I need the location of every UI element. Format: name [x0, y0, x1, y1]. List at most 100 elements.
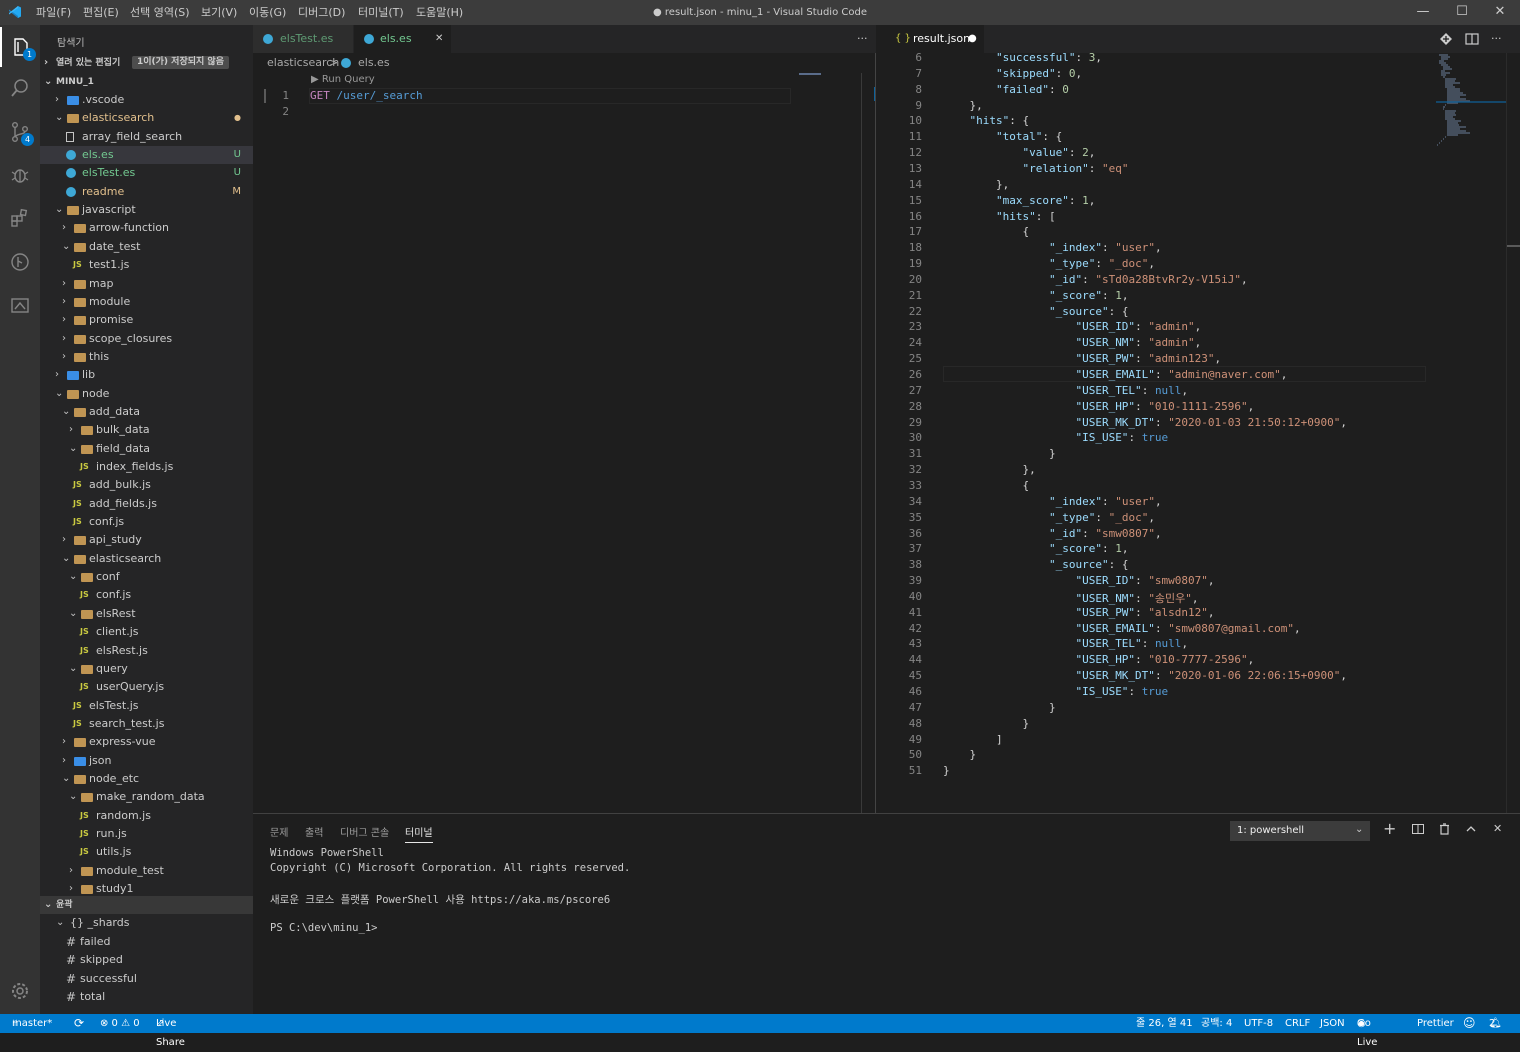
tree-item[interactable]: ⌄ make_random_data — [40, 788, 253, 806]
indentation[interactable]: 공백: 4 — [1201, 1014, 1232, 1033]
outline-item[interactable]: # successful — [40, 970, 253, 988]
menu-terminal[interactable]: 터미널(T) — [358, 0, 404, 25]
more-actions-icon[interactable]: ··· — [857, 25, 868, 53]
tree-item[interactable]: › express-vue — [40, 733, 253, 751]
tree-item[interactable]: › promise — [40, 311, 253, 329]
tree-item[interactable]: › module — [40, 293, 253, 311]
tree-item[interactable]: ⌄ date_test — [40, 238, 253, 256]
run-query-codelens[interactable]: ▶ Run Query — [311, 74, 375, 85]
tree-item[interactable]: JS add_bulk.js — [40, 476, 253, 494]
tree-item[interactable]: › map — [40, 275, 253, 293]
tree-item[interactable]: ⌄ javascript — [40, 201, 253, 219]
menu-selection[interactable]: 선택 영역(S) — [130, 0, 190, 25]
debug-icon[interactable] — [0, 155, 40, 195]
tree-item[interactable]: › json — [40, 752, 253, 770]
menu-help[interactable]: 도움말(H) — [416, 0, 463, 25]
maximize-panel-icon[interactable] — [1465, 823, 1477, 835]
tab-terminal[interactable]: 터미널 — [405, 824, 433, 843]
tree-item[interactable]: JS conf.js — [40, 513, 253, 531]
menu-debug[interactable]: 디버그(D) — [298, 0, 345, 25]
git-graph-icon[interactable] — [0, 242, 40, 282]
tree-item[interactable]: › module_test — [40, 862, 253, 880]
line-ending[interactable]: CRLF — [1285, 1014, 1310, 1033]
vertical-scrollbar[interactable] — [1506, 53, 1520, 813]
terminal-select[interactable]: 1: powershell ⌄ — [1230, 821, 1370, 841]
feedback-icon[interactable]: ☺ — [1463, 1014, 1476, 1033]
source-control-icon[interactable]: 4 — [0, 112, 40, 152]
close-panel-icon[interactable]: ✕ — [1493, 822, 1502, 835]
more-actions-icon[interactable]: ··· — [1491, 25, 1502, 53]
tab-els-es[interactable]: els.es ✕ — [354, 25, 451, 53]
workspace-header[interactable]: ⌄ MINU_1 — [40, 73, 253, 91]
tree-item[interactable]: › bulk_data — [40, 421, 253, 439]
trash-icon[interactable] — [1439, 823, 1450, 835]
open-changes-icon[interactable] — [1439, 32, 1453, 46]
menu-view[interactable]: 보기(V) — [201, 0, 237, 25]
tree-item[interactable]: JS client.js — [40, 623, 253, 641]
tree-item[interactable]: JS index_fields.js — [40, 458, 253, 476]
tab-problems[interactable]: 문제 — [270, 824, 288, 839]
minimize-button[interactable]: — — [1406, 0, 1440, 25]
outline-header[interactable]: ⌄ 윤곽 — [40, 896, 253, 914]
tab-result-json[interactable]: { } result.json ● — [886, 25, 984, 53]
tab-debug-console[interactable]: 디버그 콘솔 — [340, 824, 389, 839]
remote-icon[interactable] — [0, 285, 40, 325]
tree-item[interactable]: ⌄ elasticsearch — [40, 550, 253, 568]
tree-item[interactable]: JS conf.js — [40, 586, 253, 604]
tree-item[interactable]: › lib — [40, 366, 253, 384]
tree-item[interactable]: JS search_test.js — [40, 715, 253, 733]
tree-item[interactable]: JS test1.js — [40, 256, 253, 274]
tree-item[interactable]: ⌄ add_data — [40, 403, 253, 421]
tree-item[interactable]: › api_study — [40, 531, 253, 549]
outline-item[interactable]: # total — [40, 988, 253, 1006]
tree-item[interactable]: JS elsTest.js — [40, 697, 253, 715]
outline-item[interactable]: ⌄ {} _shards — [40, 914, 253, 932]
tree-item[interactable]: ⌄ elasticsearch ● — [40, 109, 253, 127]
tree-item[interactable]: ⌄ query — [40, 660, 253, 678]
extensions-icon[interactable] — [0, 198, 40, 238]
tree-item[interactable]: ⌄ node_etc — [40, 770, 253, 788]
open-editors-header[interactable]: › 열려 있는 편집기 1이(가) 저장되지 않음 — [40, 54, 253, 72]
encoding[interactable]: UTF-8 — [1244, 1014, 1273, 1033]
tree-item[interactable]: readme M — [40, 183, 253, 201]
menu-file[interactable]: 파일(F) — [36, 0, 71, 25]
tree-item[interactable]: JS add_fields.js — [40, 495, 253, 513]
split-editor-icon[interactable] — [1465, 32, 1479, 46]
new-terminal-icon[interactable]: + — [1383, 819, 1396, 838]
problems-status[interactable]: ⊗ 0 ⚠ 0 — [100, 1014, 140, 1033]
editor-els-es[interactable]: ▶ Run Query 1 GET /user/_search 2 — [253, 73, 876, 813]
menu-edit[interactable]: 편집(E) — [83, 0, 119, 25]
tree-item[interactable]: elsTest.es U — [40, 164, 253, 182]
outline-item[interactable]: # failed — [40, 933, 253, 951]
unsaved-dot-icon[interactable]: ● — [968, 25, 977, 53]
tree-item[interactable]: › scope_closures — [40, 330, 253, 348]
tree-item[interactable]: JS utils.js — [40, 843, 253, 861]
sync-icon[interactable]: ⟳ — [74, 1014, 84, 1033]
minimap[interactable] — [1436, 53, 1506, 163]
editor-divider[interactable] — [875, 53, 876, 813]
tree-item[interactable]: array_field_search — [40, 128, 253, 146]
outline-item[interactable]: # skipped — [40, 951, 253, 969]
tree-item[interactable]: › arrow-function — [40, 219, 253, 237]
tree-item[interactable]: ⌄ field_data — [40, 440, 253, 458]
tree-item[interactable]: ⌄ node — [40, 385, 253, 403]
editor-result-json[interactable]: 6 "successful": 3, 7 "skipped": 0, 8 "fail… — [886, 53, 1520, 813]
breadcrumb-file[interactable]: els.es — [358, 53, 390, 73]
gear-icon[interactable] — [0, 971, 40, 1011]
close-window-button[interactable]: ✕ — [1483, 0, 1517, 25]
maximize-button[interactable]: ☐ — [1445, 0, 1479, 25]
minimap[interactable] — [799, 73, 849, 77]
tree-item[interactable]: ⌄ conf — [40, 568, 253, 586]
tree-item[interactable]: els.es U — [40, 146, 253, 165]
tree-item[interactable]: › this — [40, 348, 253, 366]
close-tab-icon[interactable]: ✕ — [435, 25, 443, 53]
cursor-position[interactable]: 줄 26, 열 41 — [1136, 1014, 1193, 1033]
tree-item[interactable]: ⌄ elsRest — [40, 605, 253, 623]
menu-go[interactable]: 이동(G) — [249, 0, 286, 25]
tree-item[interactable]: JS run.js — [40, 825, 253, 843]
tree-item[interactable]: JS elsRest.js — [40, 642, 253, 660]
tree-item[interactable]: JS userQuery.js — [40, 678, 253, 696]
explorer-icon[interactable]: 1 — [0, 27, 40, 67]
tree-item[interactable]: › .vscode — [40, 91, 253, 109]
language-mode[interactable]: JSON — [1320, 1014, 1345, 1033]
